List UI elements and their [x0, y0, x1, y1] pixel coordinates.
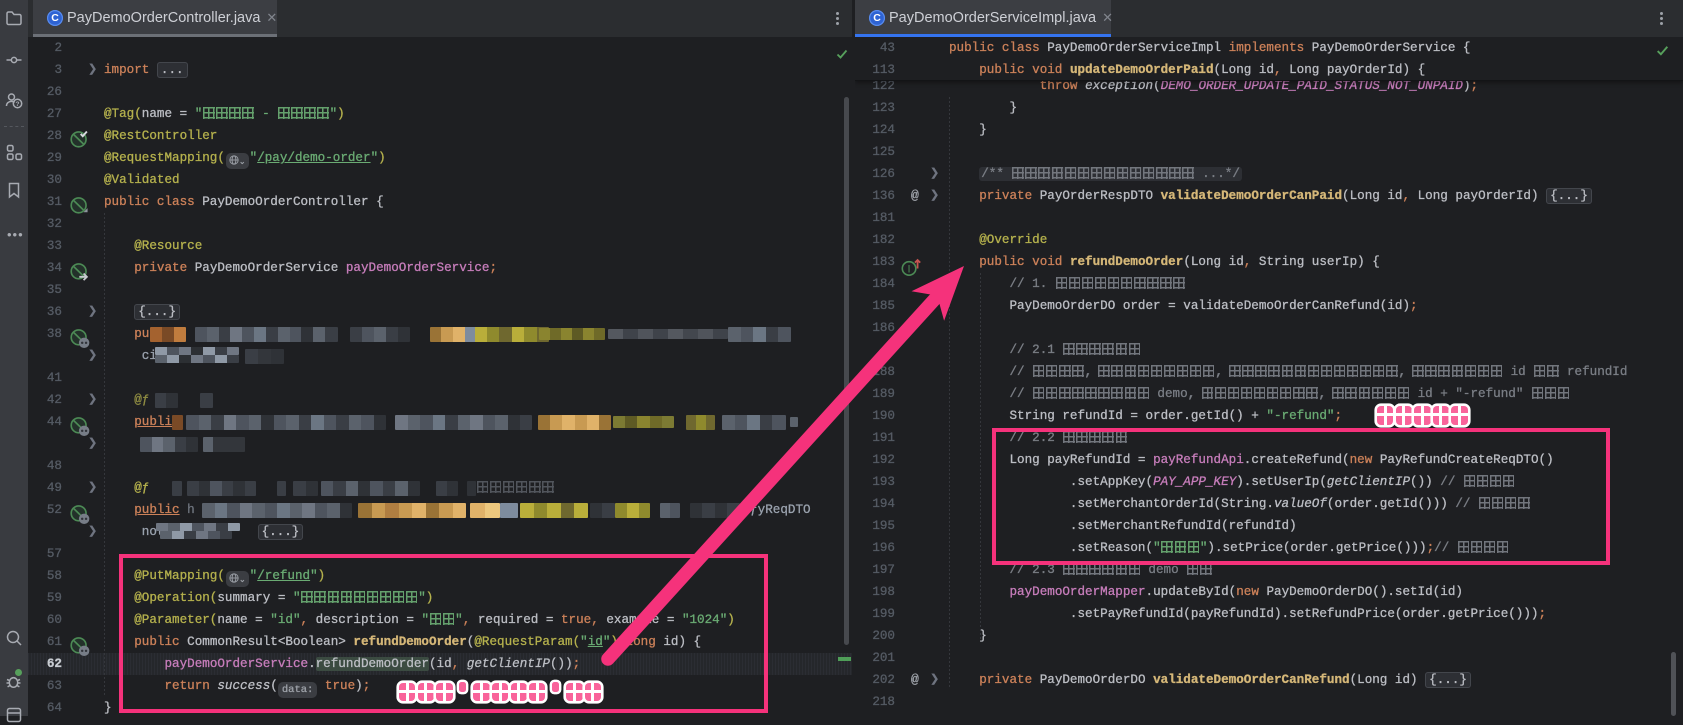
svg-text:?: ? — [16, 101, 20, 108]
svg-text:I: I — [908, 264, 911, 276]
